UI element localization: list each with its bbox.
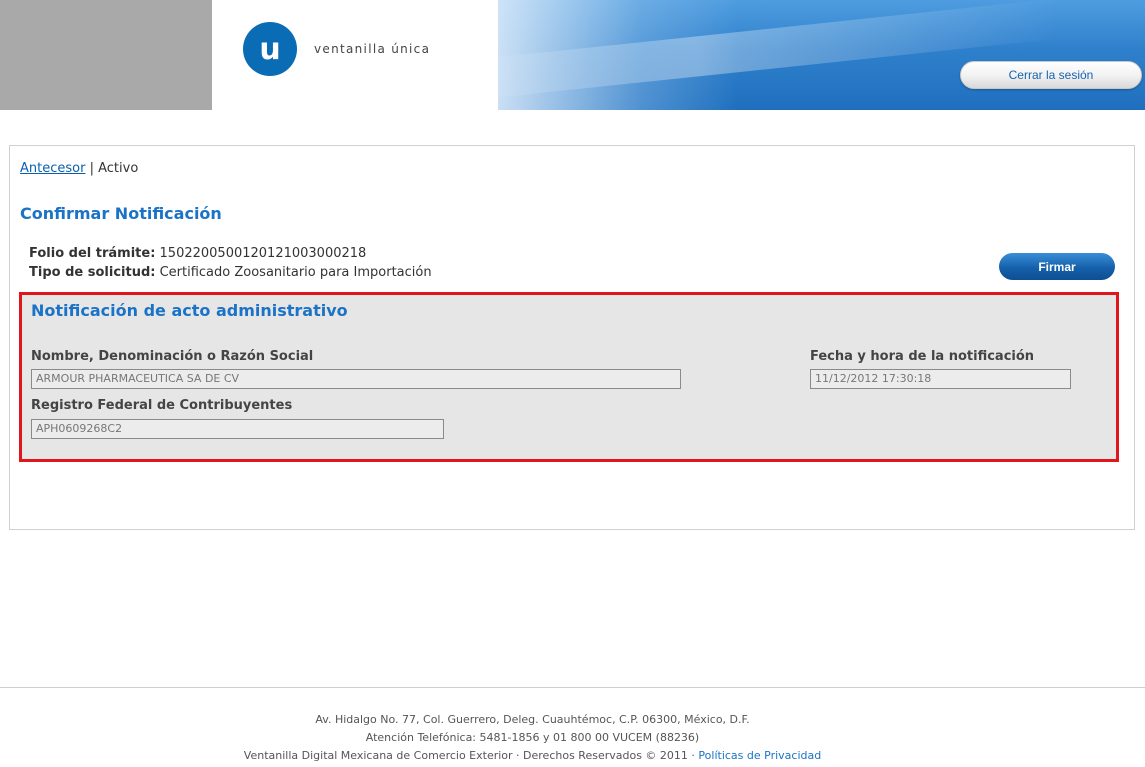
- date-field[interactable]: 11/12/2012 17:30:18: [810, 369, 1071, 389]
- breadcrumb-separator: |: [85, 161, 99, 176]
- header: u ventanilla única Cerrar la sesión: [0, 0, 1145, 110]
- sign-button[interactable]: Firmar: [999, 253, 1115, 280]
- name-field[interactable]: ARMOUR PHARMACEUTICA SA DE CV: [31, 369, 681, 389]
- request-info: Folio del trámite: 150220050012012100300…: [29, 244, 432, 282]
- content-panel: Antecesor | Activo Confirmar Notificació…: [9, 145, 1135, 530]
- footer-divider: [0, 687, 1145, 688]
- footer-copyright-text: Ventanilla Digital Mexicana de Comercio …: [243, 749, 699, 762]
- notification-title: Notificación de acto administrativo: [31, 301, 348, 320]
- logo-area: u ventanilla única: [212, 0, 498, 110]
- rfc-field[interactable]: APH0609268C2: [31, 419, 444, 439]
- tipo-row: Tipo de solicitud: Certificado Zoosanita…: [29, 263, 432, 282]
- header-banner: [498, 0, 1145, 110]
- header-gray-block: [0, 0, 212, 110]
- logo-letter: u: [259, 31, 281, 67]
- rfc-label: Registro Federal de Contribuyentes: [31, 398, 293, 413]
- footer: Av. Hidalgo No. 77, Col. Guerrero, Deleg…: [0, 711, 1065, 765]
- date-label: Fecha y hora de la notificación: [810, 349, 1035, 364]
- breadcrumb-link-antecesor[interactable]: Antecesor: [20, 161, 85, 176]
- privacy-link[interactable]: Políticas de Privacidad: [698, 749, 821, 762]
- logo-icon: u: [243, 22, 297, 76]
- logo-text: ventanilla única: [314, 42, 431, 56]
- footer-phone: Atención Telefónica: 5481-1856 y 01 800 …: [365, 731, 700, 744]
- logout-button[interactable]: Cerrar la sesión: [960, 61, 1142, 89]
- footer-copyright: Ventanilla Digital Mexicana de Comercio …: [0, 747, 1065, 765]
- page-title: Confirmar Notificación: [20, 204, 222, 223]
- notification-section: Notificación de acto administrativo Nomb…: [19, 292, 1119, 462]
- breadcrumb: Antecesor | Activo: [20, 161, 138, 176]
- folio-row: Folio del trámite: 150220050012012100300…: [29, 244, 432, 263]
- tipo-value: Certificado Zoosanitario para Importació…: [159, 265, 432, 280]
- footer-address: Av. Hidalgo No. 77, Col. Guerrero, Deleg…: [315, 713, 750, 726]
- folio-label: Folio del trámite:: [29, 246, 156, 261]
- tipo-label: Tipo de solicitud:: [29, 265, 156, 280]
- breadcrumb-current: Activo: [98, 161, 139, 176]
- name-label: Nombre, Denominación o Razón Social: [31, 349, 314, 364]
- folio-value: 1502200500120121003000218: [159, 246, 367, 261]
